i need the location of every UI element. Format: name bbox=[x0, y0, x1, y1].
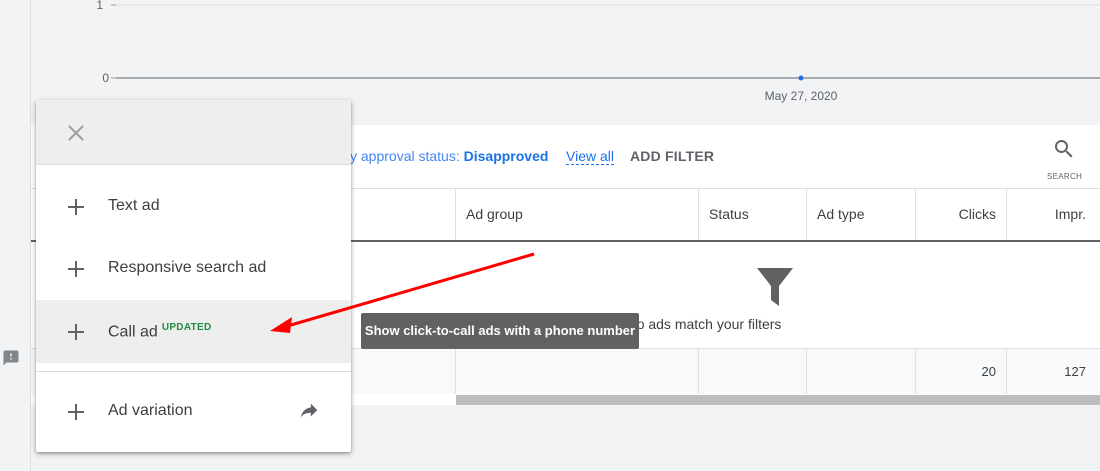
share-arrow-icon bbox=[300, 403, 318, 418]
y-tick-label: 0 bbox=[102, 71, 109, 85]
menu-item-text-ad[interactable]: Text ad bbox=[36, 175, 351, 238]
add-filter-button[interactable]: ADD FILTER bbox=[630, 148, 714, 164]
x-tick-label: May 27, 2020 bbox=[765, 89, 838, 103]
column-header-impr[interactable]: Impr. bbox=[1006, 189, 1096, 240]
menu-item-label: Text ad bbox=[108, 197, 160, 214]
column-header-ad-group[interactable]: Ad group bbox=[455, 189, 698, 240]
filter-funnel-icon bbox=[757, 268, 793, 306]
menu-item-ad-variation[interactable]: Ad variation bbox=[36, 380, 351, 443]
search-icon bbox=[1055, 140, 1073, 158]
left-rail bbox=[0, 0, 31, 471]
menu-item-label: Call ad UPDATED bbox=[108, 322, 212, 341]
search-label: SEARCH bbox=[1047, 172, 1083, 181]
totals-cell bbox=[455, 349, 698, 394]
plus-icon bbox=[68, 404, 84, 420]
column-header-clicks[interactable]: Clicks bbox=[915, 189, 1006, 240]
tooltip: Show click-to-call ads with a phone numb… bbox=[361, 313, 639, 349]
updated-badge: UPDATED bbox=[161, 322, 212, 333]
totals-clicks: 20 bbox=[915, 349, 1006, 394]
plus-icon bbox=[68, 199, 84, 215]
menu-header bbox=[36, 100, 351, 165]
plus-icon bbox=[68, 261, 84, 277]
horizontal-scrollbar[interactable] bbox=[456, 395, 1100, 405]
totals-cell bbox=[698, 349, 806, 394]
menu-item-label: Responsive search ad bbox=[108, 259, 267, 276]
column-header-status[interactable]: Status bbox=[698, 189, 806, 240]
totals-impr: 127 bbox=[1006, 349, 1096, 394]
feedback-icon[interactable] bbox=[2, 349, 20, 367]
y-tick-label: 1 bbox=[96, 0, 103, 12]
menu-divider bbox=[36, 371, 351, 372]
menu-item-label: Ad variation bbox=[108, 402, 193, 419]
new-ad-menu: Text ad Responsive search ad Call ad UPDA… bbox=[36, 100, 351, 452]
search-button[interactable]: SEARCH bbox=[1043, 137, 1087, 181]
view-all-link[interactable]: View all bbox=[566, 148, 614, 165]
call-ad-label: Call ad bbox=[108, 323, 158, 341]
filter-value: Disapproved bbox=[463, 148, 549, 164]
filter-name: cy approval status: bbox=[343, 148, 464, 164]
menu-item-call-ad[interactable]: Call ad UPDATED bbox=[36, 300, 351, 363]
active-filter-chip[interactable]: cy approval status: Disapproved bbox=[343, 148, 548, 164]
totals-cell bbox=[806, 349, 915, 394]
plus-icon bbox=[68, 324, 84, 340]
data-point[interactable] bbox=[798, 75, 804, 81]
column-header-ad-type[interactable]: Ad type bbox=[806, 189, 915, 240]
menu-item-responsive-search-ad[interactable]: Responsive search ad bbox=[36, 237, 351, 300]
close-icon[interactable] bbox=[66, 123, 86, 143]
